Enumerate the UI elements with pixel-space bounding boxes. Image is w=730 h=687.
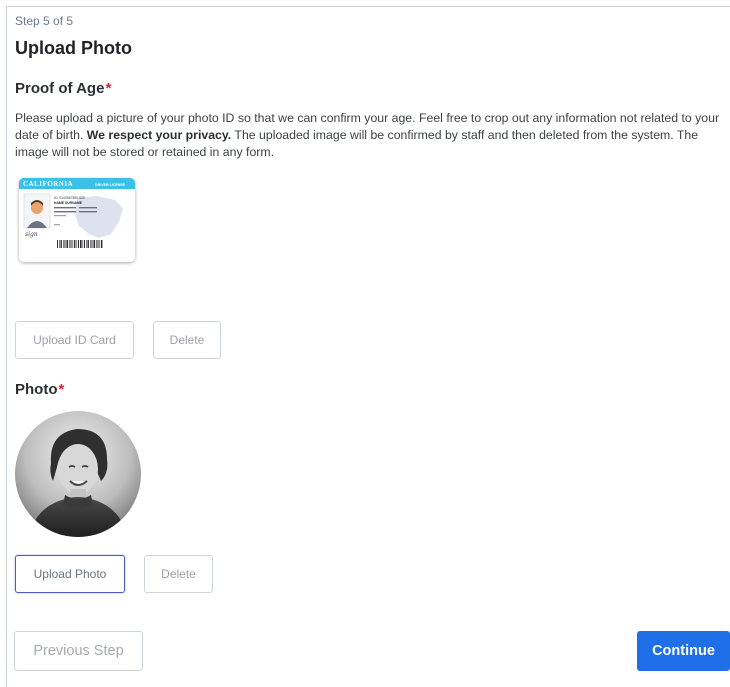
card-type: DRIVER LICENSE	[95, 183, 126, 187]
proof-of-age-heading: Proof of Age*	[15, 80, 111, 97]
step-indicator: Step 5 of 5	[15, 14, 74, 28]
id-card-preview: CALIFORNIA DRIVER LICENSE ID: 0143567890…	[19, 178, 135, 262]
delete-id-card-button[interactable]: Delete	[153, 321, 221, 359]
portrait-image	[15, 411, 141, 537]
upload-id-card-button[interactable]: Upload ID Card	[15, 321, 134, 359]
photo-label: Photo	[15, 381, 58, 398]
proof-of-age-label: Proof of Age	[15, 80, 105, 97]
card-signature: sign	[25, 231, 38, 238]
photo-heading: Photo*	[15, 381, 64, 398]
card-state: CALIFORNIA	[23, 180, 73, 188]
previous-step-button[interactable]: Previous Step	[14, 631, 143, 671]
upload-photo-button[interactable]: Upload Photo	[15, 555, 125, 593]
page-title: Upload Photo	[15, 38, 132, 58]
id-card-image: CALIFORNIA DRIVER LICENSE ID: 0143567890…	[19, 178, 135, 262]
portrait-face	[58, 444, 98, 494]
uploaded-photo-preview	[15, 411, 141, 537]
required-asterisk: *	[105, 80, 112, 97]
delete-photo-button[interactable]: Delete	[144, 555, 213, 593]
continue-button[interactable]: Continue	[637, 631, 730, 671]
card-id-line: ID: 0143567890 835	[54, 196, 85, 200]
privacy-statement: We respect your privacy.	[86, 128, 232, 142]
proof-of-age-description: Please upload a picture of your photo ID…	[15, 110, 727, 161]
card-name: NAME SURNAME	[54, 201, 83, 205]
required-asterisk: *	[58, 381, 65, 398]
